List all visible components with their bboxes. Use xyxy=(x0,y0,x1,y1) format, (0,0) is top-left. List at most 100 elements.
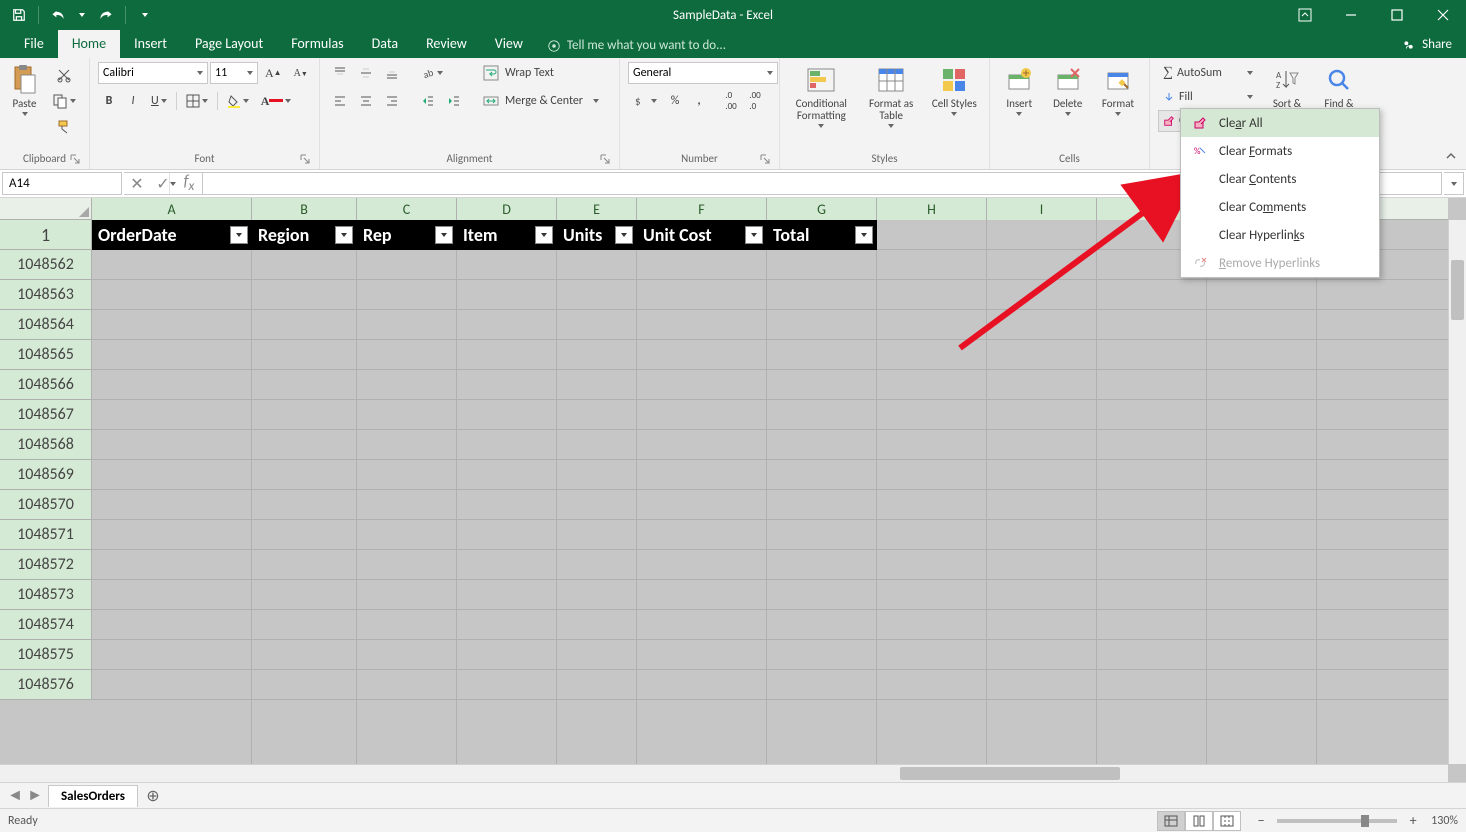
row-header[interactable]: 1048572 xyxy=(0,550,92,580)
format-cells-button[interactable]: Format xyxy=(1095,62,1141,130)
hscroll-thumb[interactable] xyxy=(900,767,1120,780)
menu-clear-contents[interactable]: Clear Contents xyxy=(1181,165,1379,193)
normal-view-button[interactable] xyxy=(1157,811,1185,831)
decrease-font-button[interactable]: A▼ xyxy=(289,62,313,84)
row-header[interactable]: 1 xyxy=(0,220,92,250)
save-button[interactable] xyxy=(6,3,32,27)
tell-me-search[interactable]: Tell me what you want to do... xyxy=(537,33,736,58)
filter-button[interactable] xyxy=(535,226,553,244)
align-right-button[interactable] xyxy=(380,90,404,112)
bold-button[interactable]: B xyxy=(98,90,120,112)
row-header[interactable]: 1048563 xyxy=(0,280,92,310)
table-header-cell[interactable]: Region xyxy=(252,220,357,250)
select-all-button[interactable] xyxy=(0,198,92,220)
page-layout-view-button[interactable] xyxy=(1185,811,1213,831)
number-dialog-launcher[interactable] xyxy=(759,153,771,165)
customize-qat-button[interactable] xyxy=(132,3,158,27)
maximize-button[interactable] xyxy=(1374,0,1420,30)
redo-button[interactable] xyxy=(93,3,119,27)
collapse-ribbon-button[interactable] xyxy=(1442,147,1460,165)
undo-button[interactable] xyxy=(45,3,71,27)
filter-button[interactable] xyxy=(615,226,633,244)
percent-button[interactable]: % xyxy=(664,90,686,112)
tab-review[interactable]: Review xyxy=(412,30,481,58)
column-header-D[interactable]: D xyxy=(457,198,557,220)
row-header[interactable]: 1048573 xyxy=(0,580,92,610)
table-header-cell[interactable]: Unit Cost xyxy=(637,220,767,250)
expand-formula-bar-button[interactable] xyxy=(1444,172,1464,195)
column-header-A[interactable]: A xyxy=(92,198,252,220)
column-header-G[interactable]: G xyxy=(767,198,877,220)
decrease-decimal-button[interactable]: .00.0 xyxy=(744,90,766,112)
increase-indent-button[interactable] xyxy=(442,90,466,112)
column-header-B[interactable]: B xyxy=(252,198,357,220)
column-header-E[interactable]: E xyxy=(557,198,637,220)
sheet-nav-prev[interactable]: ◄ xyxy=(6,787,24,805)
decrease-indent-button[interactable] xyxy=(416,90,440,112)
tab-home[interactable]: Home xyxy=(58,30,120,58)
align-left-button[interactable] xyxy=(328,90,352,112)
table-header-cell[interactable]: Item xyxy=(457,220,557,250)
filter-button[interactable] xyxy=(435,226,453,244)
row-header[interactable]: 1048574 xyxy=(0,610,92,640)
filter-button[interactable] xyxy=(230,226,248,244)
accounting-format-button[interactable]: $ xyxy=(628,90,662,112)
zoom-out-button[interactable]: − xyxy=(1253,813,1269,829)
tab-file[interactable]: File xyxy=(10,30,58,58)
vscroll-thumb[interactable] xyxy=(1451,260,1464,320)
increase-decimal-button[interactable]: .0.00 xyxy=(720,90,742,112)
minimize-button[interactable] xyxy=(1328,0,1374,30)
menu-clear-formats[interactable]: % Clear Formats xyxy=(1181,137,1379,165)
filter-button[interactable] xyxy=(745,226,763,244)
font-name-select[interactable]: Calibri xyxy=(98,62,208,84)
close-button[interactable] xyxy=(1420,0,1466,30)
menu-clear-hyperlinks[interactable]: Clear Hyperlinks xyxy=(1181,221,1379,249)
font-size-select[interactable]: 11 xyxy=(210,62,258,84)
name-box[interactable] xyxy=(2,172,122,195)
menu-clear-comments[interactable]: Clear Comments xyxy=(1181,193,1379,221)
comma-button[interactable]: , xyxy=(688,90,710,112)
table-header-cell[interactable]: Total xyxy=(767,220,877,250)
table-header-cell[interactable]: OrderDate xyxy=(92,220,252,250)
font-color-button[interactable]: A xyxy=(256,90,297,112)
paste-button[interactable]: Paste xyxy=(8,62,41,130)
ribbon-display-options-button[interactable] xyxy=(1282,0,1328,30)
tab-page-layout[interactable]: Page Layout xyxy=(181,30,277,58)
row-header[interactable]: 1048566 xyxy=(0,370,92,400)
font-dialog-launcher[interactable] xyxy=(299,153,311,165)
row-header[interactable]: 1048570 xyxy=(0,490,92,520)
zoom-in-button[interactable]: + xyxy=(1405,813,1421,829)
zoom-level[interactable]: 130% xyxy=(1431,814,1458,828)
row-header[interactable]: 1048576 xyxy=(0,670,92,700)
sheet-nav-next[interactable]: ► xyxy=(26,787,44,805)
share-button[interactable]: Share xyxy=(1388,32,1466,58)
page-break-view-button[interactable] xyxy=(1213,811,1241,831)
insert-function-button[interactable]: fx xyxy=(176,173,202,194)
underline-button[interactable]: U xyxy=(146,90,172,112)
align-middle-button[interactable] xyxy=(354,62,378,84)
number-format-select[interactable]: General xyxy=(628,62,778,84)
increase-font-button[interactable]: A▲ xyxy=(260,62,287,84)
cell-styles-button[interactable]: Cell Styles xyxy=(928,62,981,130)
undo-dropdown[interactable] xyxy=(75,3,89,27)
menu-clear-all[interactable]: Clear All xyxy=(1181,109,1379,137)
horizontal-scrollbar[interactable] xyxy=(0,764,1448,782)
align-center-button[interactable] xyxy=(354,90,378,112)
conditional-formatting-button[interactable]: Conditional Formatting xyxy=(788,62,855,130)
format-painter-button[interactable] xyxy=(47,116,81,138)
autosum-button[interactable]: ∑AutoSum xyxy=(1158,62,1258,84)
new-sheet-button[interactable]: ⊕ xyxy=(142,785,164,807)
zoom-thumb[interactable] xyxy=(1361,815,1369,827)
column-header-H[interactable]: H xyxy=(877,198,987,220)
fill-button[interactable]: Fill xyxy=(1158,86,1258,108)
tab-insert[interactable]: Insert xyxy=(120,30,181,58)
vertical-scrollbar[interactable] xyxy=(1448,220,1466,764)
cells-area[interactable]: OrderDateRegionRepItemUnitsUnit CostTota… xyxy=(92,220,1448,764)
filter-button[interactable] xyxy=(855,226,873,244)
table-header-cell[interactable]: Rep xyxy=(357,220,457,250)
enter-formula-button[interactable]: ✓ xyxy=(150,173,176,194)
tab-formulas[interactable]: Formulas xyxy=(277,30,357,58)
filter-button[interactable] xyxy=(335,226,353,244)
format-as-table-button[interactable]: Format as Table xyxy=(861,62,922,130)
delete-cells-button[interactable]: Delete xyxy=(1046,62,1088,130)
